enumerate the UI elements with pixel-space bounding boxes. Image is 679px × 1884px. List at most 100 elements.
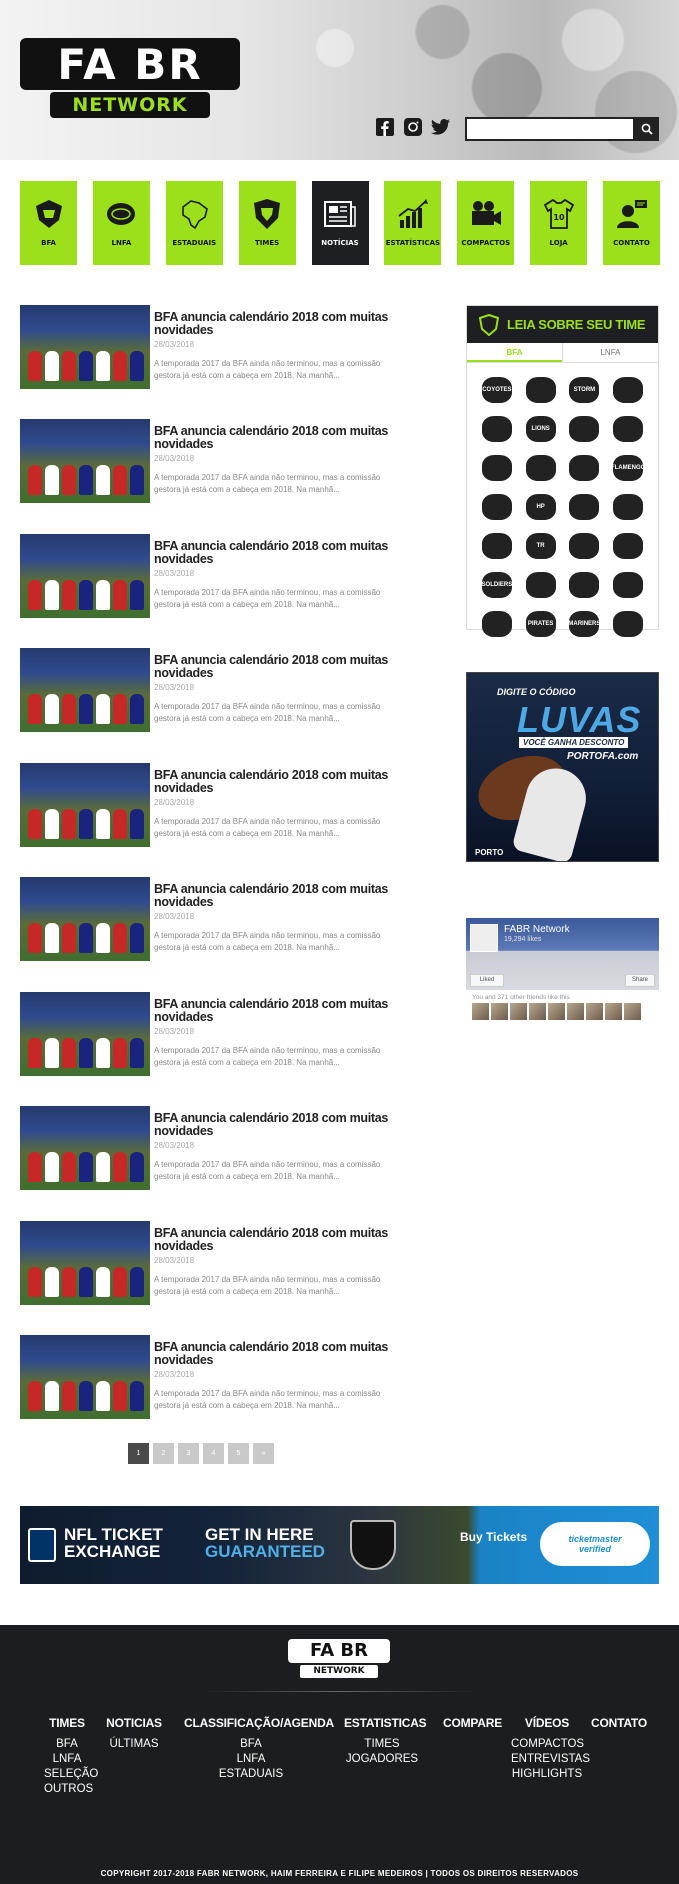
footer-heading[interactable]: ESTATISTICAS [344,1716,427,1730]
nav-tile-estatisticas[interactable]: ESTATÍSTICAS [384,181,442,265]
facebook-cover[interactable]: FABR Network 19,294 likes Liked Share [466,918,659,990]
page-button[interactable]: 2 [153,1443,174,1464]
news-item[interactable]: BFA anuncia calendário 2018 com muitas n… [20,1221,400,1305]
team-logo[interactable] [565,451,605,484]
nav-tile-loja[interactable]: 10 LOJA [530,181,588,265]
friend-avatar[interactable] [548,1003,565,1020]
friend-avatar[interactable] [624,1003,641,1020]
news-item[interactable]: BFA anuncia calendário 2018 com muitas n… [20,763,400,847]
page-button[interactable]: 4 [203,1443,224,1464]
nav-tile-bfa[interactable]: BFA [20,181,77,265]
team-logo[interactable] [608,529,648,562]
team-logo[interactable] [608,568,648,601]
facebook-liked-button[interactable]: Liked [470,974,504,987]
news-thumbnail[interactable] [20,1106,150,1190]
footer-link[interactable]: TIMES [344,1737,420,1752]
team-logo[interactable] [608,373,648,406]
next-page-button[interactable]: » [253,1443,274,1464]
friend-avatar[interactable] [529,1003,546,1020]
footer-link[interactable]: LNFA [44,1752,90,1767]
team-logo[interactable] [608,607,648,640]
team-logo[interactable]: PIRATES [521,607,561,640]
nav-tile-noticias[interactable]: NOTÍCIAS [311,181,369,265]
nav-tile-compactos[interactable]: COMPACTOS [457,181,515,265]
team-logo[interactable] [477,412,517,445]
facebook-page-avatar[interactable] [470,924,498,952]
nav-tile-lnfa[interactable]: LNFA [92,181,150,265]
footer-link[interactable]: ÚLTIMAS [106,1737,162,1752]
friend-avatar[interactable] [510,1003,527,1020]
news-item[interactable]: BFA anuncia calendário 2018 com muitas n… [20,419,400,503]
news-item[interactable]: BFA anuncia calendário 2018 com muitas n… [20,877,400,961]
news-item[interactable]: BFA anuncia calendário 2018 com muitas n… [20,1106,400,1190]
team-logo[interactable] [521,568,561,601]
news-thumbnail[interactable] [20,648,150,732]
page-button[interactable]: 5 [228,1443,249,1464]
team-logo[interactable] [521,373,561,406]
team-logo[interactable] [608,490,648,523]
news-title[interactable]: BFA anuncia calendário 2018 com muitas n… [154,1112,400,1138]
news-title[interactable]: BFA anuncia calendário 2018 com muitas n… [154,1341,400,1367]
news-title[interactable]: BFA anuncia calendário 2018 com muitas n… [154,654,400,680]
team-logo[interactable] [565,529,605,562]
tab-bfa[interactable]: BFA [467,343,562,362]
facebook-share-button[interactable]: Share [625,974,655,987]
team-logo[interactable]: TR [521,529,561,562]
footer-link[interactable]: LNFA [184,1752,318,1767]
footer-link[interactable]: ENTREVISTAS [511,1752,590,1767]
buy-tickets-button[interactable]: Buy Tickets [460,1530,527,1544]
news-thumbnail[interactable] [20,1335,150,1419]
footer-link[interactable]: COMPACTOS [511,1737,584,1752]
news-item[interactable]: BFA anuncia calendário 2018 com muitas n… [20,1335,400,1419]
footer-link[interactable]: JOGADORES [344,1752,420,1767]
news-title[interactable]: BFA anuncia calendário 2018 com muitas n… [154,425,400,451]
friend-avatar[interactable] [567,1003,584,1020]
team-logo[interactable] [565,568,605,601]
team-logo[interactable] [608,412,648,445]
nav-tile-times[interactable]: TIMES [238,181,296,265]
team-logo[interactable] [477,490,517,523]
page-button[interactable]: 1 [128,1443,149,1464]
news-title[interactable]: BFA anuncia calendário 2018 com muitas n… [154,769,400,795]
news-title[interactable]: BFA anuncia calendário 2018 com muitas n… [154,1227,400,1253]
news-item[interactable]: BFA anuncia calendário 2018 com muitas n… [20,648,400,732]
team-logo[interactable] [565,490,605,523]
team-logo[interactable]: HP [521,490,561,523]
news-item[interactable]: BFA anuncia calendário 2018 com muitas n… [20,534,400,618]
team-logo[interactable]: FLAMENGO [608,451,648,484]
footer-link[interactable]: HIGHLIGHTS [511,1767,583,1782]
news-thumbnail[interactable] [20,1221,150,1305]
footer-link[interactable]: BFA [44,1737,90,1752]
footer-link[interactable]: ESTADUAIS [184,1767,318,1782]
news-title[interactable]: BFA anuncia calendário 2018 com muitas n… [154,883,400,909]
search-button[interactable] [635,117,659,141]
news-title[interactable]: BFA anuncia calendário 2018 com muitas n… [154,311,400,337]
nav-tile-estaduais[interactable]: ESTADUAIS [165,181,223,265]
instagram-icon[interactable] [403,117,423,137]
team-logo[interactable]: COYOTES [477,373,517,406]
friend-avatar[interactable] [472,1003,489,1020]
team-logo[interactable]: STORM [565,373,605,406]
news-title[interactable]: BFA anuncia calendário 2018 com muitas n… [154,540,400,566]
news-thumbnail[interactable] [20,992,150,1076]
facebook-page-name[interactable]: FABR Network [504,924,570,935]
search-input[interactable] [465,117,635,141]
nfl-ticket-banner[interactable]: NFL TICKET EXCHANGE GET IN HERE GUARANTEED… [20,1506,659,1584]
news-title[interactable]: BFA anuncia calendário 2018 com muitas n… [154,998,400,1024]
footer-link[interactable]: SELEÇÃO [44,1767,98,1782]
tab-lnfa[interactable]: LNFA [562,343,658,362]
team-logo[interactable] [521,451,561,484]
team-logo[interactable]: SOLDIERS [477,568,517,601]
news-thumbnail[interactable] [20,534,150,618]
nav-tile-contato[interactable]: CONTATO [603,181,660,265]
footer-heading[interactable]: CLASSIFICAÇÃO/AGENDA [184,1716,334,1730]
team-logo[interactable] [565,412,605,445]
page-button[interactable]: 3 [178,1443,199,1464]
footer-link[interactable]: OUTROS [44,1782,93,1797]
footer-heading[interactable]: CONTATO [589,1716,649,1730]
team-logo[interactable]: MARINERS [565,607,605,640]
footer-heading[interactable]: VÍDEOS [511,1716,583,1730]
twitter-icon[interactable] [431,117,451,137]
news-thumbnail[interactable] [20,763,150,847]
footer-logo[interactable]: FA BR NETWORK [288,1639,390,1679]
